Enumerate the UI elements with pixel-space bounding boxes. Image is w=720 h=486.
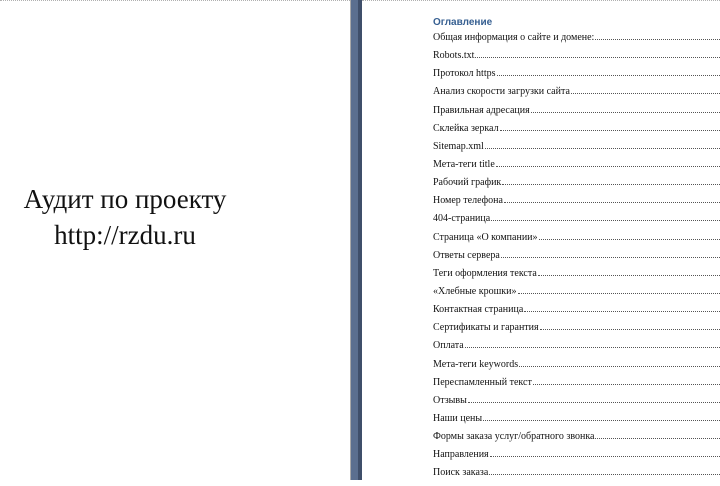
toc-entry[interactable]: Страница «О компании» [433, 232, 720, 250]
toc-entry[interactable]: Robots.txt [433, 50, 720, 68]
toc-entry[interactable]: 404-страница [433, 213, 720, 231]
toc-entry[interactable]: Мета-теги keywords [433, 359, 720, 377]
toc-entry-label: Теги оформления текста [433, 268, 538, 279]
toc-entry[interactable]: Рабочий график [433, 177, 720, 195]
toc-dot-leader [491, 220, 720, 221]
toc-list: Общая информация о сайте и домене: Robots… [433, 32, 720, 486]
toc-entry-label: Направления [433, 449, 490, 460]
toc-entry[interactable]: Переспамленный текст [433, 377, 720, 395]
toc-entry[interactable]: Наши цены [433, 413, 720, 431]
toc-entry[interactable]: Направления [433, 449, 720, 467]
toc-entry[interactable]: Оплата [433, 340, 720, 358]
toc-entry-label: Поиск заказа [433, 467, 489, 478]
toc-dot-leader [500, 130, 720, 131]
page-top-edge [362, 0, 720, 3]
toc-dot-leader [504, 202, 720, 203]
toc-entry[interactable]: Сертификаты и гарантия [433, 322, 720, 340]
toc-entry[interactable]: Общая информация о сайте и домене: [433, 32, 720, 50]
toc-dot-leader [571, 93, 720, 94]
page-gutter [351, 0, 362, 480]
toc-entry-label: Сертификаты и гарантия [433, 322, 540, 333]
toc-entry-label: 404-страница [433, 213, 491, 224]
toc-entry[interactable]: Правильная адресация [433, 105, 720, 123]
toc-dot-leader [475, 57, 720, 58]
toc-entry[interactable]: Sitemap.xml [433, 141, 720, 159]
toc-entry-label: Протокол https [433, 68, 497, 79]
toc-dot-leader [490, 456, 720, 457]
toc-heading: Оглавление [433, 16, 492, 30]
toc-entry-label: Оплата [433, 340, 465, 351]
toc-dot-leader [538, 275, 720, 276]
toc-entry[interactable]: Склейка зеркал [433, 123, 720, 141]
toc-entry[interactable]: «Хлебные крошки» [433, 286, 720, 304]
toc-dot-leader [540, 329, 720, 330]
toc-entry-label: Наши цены [433, 413, 483, 424]
toc-entry-label: Robots.txt [433, 50, 475, 61]
toc-dot-leader [485, 148, 720, 149]
toc-entry-label: Контактная страница [433, 304, 524, 315]
toc-dot-leader [502, 184, 720, 185]
toc-dot-leader [483, 420, 720, 421]
toc-entry[interactable]: Мета-теги title [433, 159, 720, 177]
toc-dot-leader [468, 402, 720, 403]
toc-dot-leader [465, 347, 720, 348]
toc-dot-leader [531, 112, 720, 113]
toc-dot-leader [595, 438, 720, 439]
toc-entry[interactable]: Номер телефона [433, 195, 720, 213]
toc-dot-leader [539, 239, 720, 240]
toc-entry-label: Мета-теги keywords [433, 359, 519, 370]
toc-dot-leader [497, 75, 720, 76]
toc-dot-leader [595, 39, 720, 40]
toc-entry-label: Переспамленный текст [433, 377, 533, 388]
toc-entry-label: Отзывы [433, 395, 468, 406]
toc-entry[interactable]: Анализ скорости загрузки сайта [433, 86, 720, 104]
toc-entry[interactable]: Протокол https [433, 68, 720, 86]
toc-entry-label: Склейка зеркал [433, 123, 500, 134]
toc-entry-label: Формы заказа услуг/обратного звонка [433, 431, 595, 442]
document-title: Аудит по проекту [0, 181, 250, 217]
toc-dot-leader [518, 293, 720, 294]
toc-entry-label: Правильная адресация [433, 105, 531, 116]
toc-entry-label: Ответы сервера [433, 250, 501, 261]
toc-dot-leader [501, 257, 720, 258]
toc-dot-leader [489, 474, 720, 475]
toc-entry-label: Страница «О компании» [433, 232, 539, 243]
toc-entry-label: Номер телефона [433, 195, 504, 206]
toc-dot-leader [496, 166, 720, 167]
project-url: http://rzdu.ru [0, 217, 250, 253]
toc-dot-leader [524, 311, 720, 312]
toc-entry[interactable]: Теги оформления текста [433, 268, 720, 286]
title-page: Аудит по проекту http://rzdu.ru [0, 0, 351, 480]
toc-dot-leader [519, 366, 720, 367]
toc-entry[interactable]: Ответы сервера [433, 250, 720, 268]
toc-entry-label: Анализ скорости загрузки сайта [433, 86, 571, 97]
toc-entry-label: «Хлебные крошки» [433, 286, 518, 297]
toc-dot-leader [533, 384, 720, 385]
toc-entry[interactable]: Отзывы [433, 395, 720, 413]
toc-page: Оглавление Общая информация о сайте и до… [362, 0, 720, 480]
toc-entry-label: Рабочий график [433, 177, 502, 188]
toc-entry[interactable]: Формы заказа услуг/обратного звонка [433, 431, 720, 449]
toc-entry-label: Общая информация о сайте и домене: [433, 32, 595, 43]
title-block: Аудит по проекту http://rzdu.ru [0, 181, 250, 253]
toc-entry-label: Мета-теги title [433, 159, 496, 170]
toc-entry[interactable]: Поиск заказа [433, 467, 720, 485]
toc-entry-label: Sitemap.xml [433, 141, 485, 152]
page-top-edge [0, 0, 350, 3]
toc-entry[interactable]: Контактная страница [433, 304, 720, 322]
